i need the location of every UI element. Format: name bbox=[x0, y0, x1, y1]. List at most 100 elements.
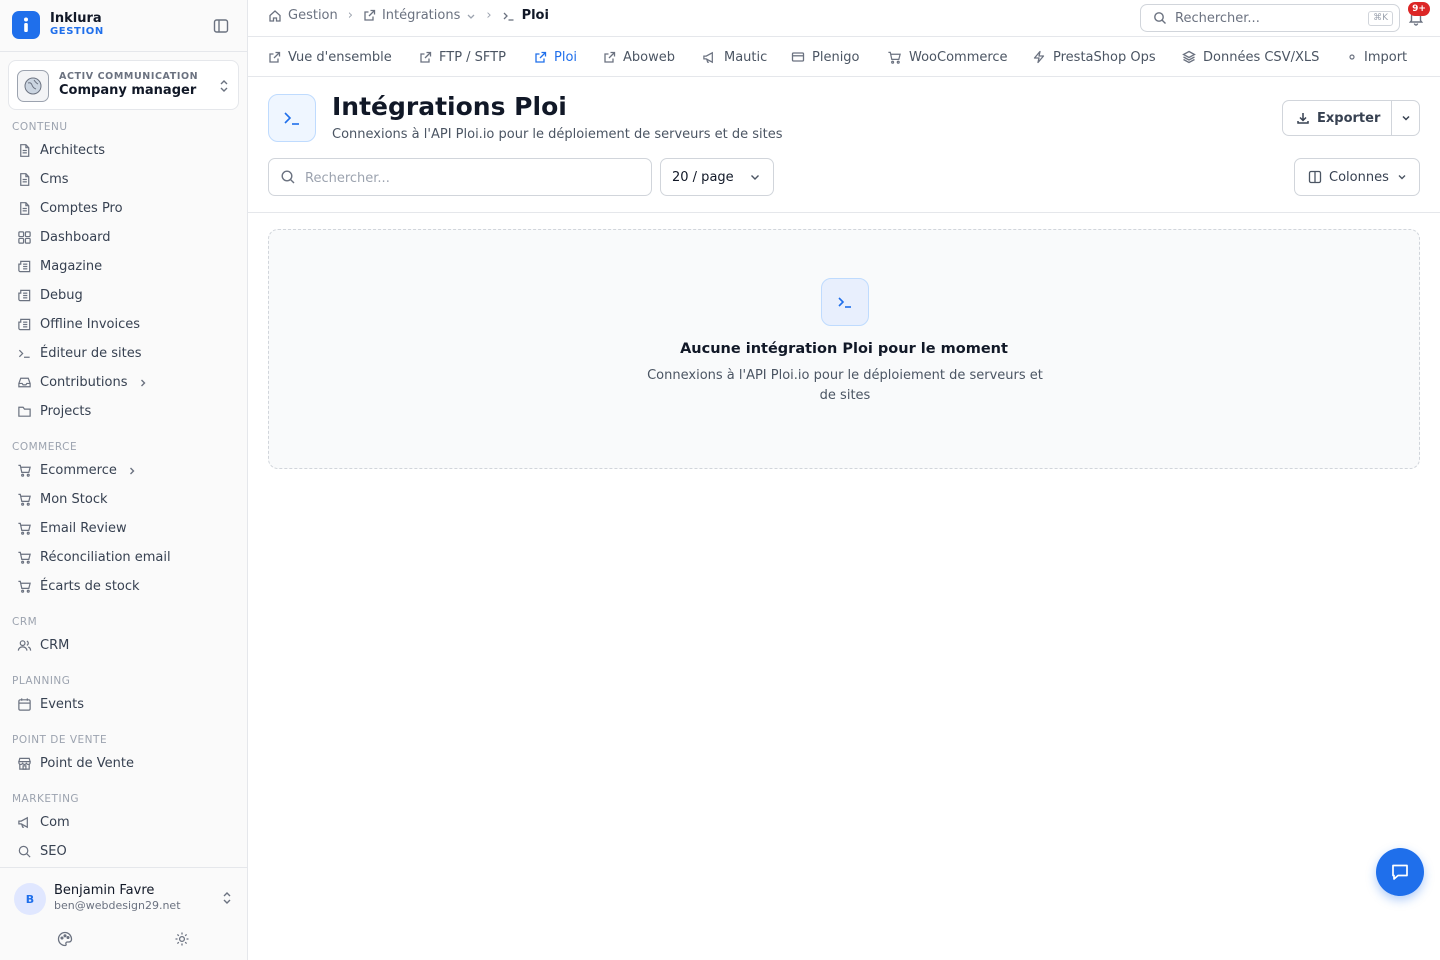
tab-vue-d-ensemble[interactable]: Vue d'ensemble bbox=[268, 37, 392, 76]
brand[interactable]: Inklura GESTION bbox=[12, 11, 236, 41]
page-size-select[interactable]: 20 / page bbox=[660, 158, 774, 196]
sidebar-item-contributions[interactable]: Contributions bbox=[0, 368, 247, 397]
breadcrumb-item-integrations[interactable]: Intégrations bbox=[382, 8, 460, 23]
sidebar-item-mon-stock[interactable]: Mon Stock bbox=[0, 485, 247, 514]
external-link-icon bbox=[534, 51, 547, 64]
chevrons-up-down-icon bbox=[218, 78, 230, 94]
sidebar-item-ecommerce[interactable]: Ecommerce bbox=[0, 456, 247, 485]
company-switcher[interactable]: ACTIV COMMUNICATION Company manager bbox=[8, 60, 239, 110]
sidebar-item-label: SEO bbox=[40, 844, 67, 859]
sidebar-toggle-icon[interactable] bbox=[212, 17, 230, 35]
breadcrumb-item-gestion[interactable]: Gestion bbox=[288, 8, 338, 23]
shortcut-hint: ⌘K bbox=[1368, 11, 1393, 26]
columns-button[interactable]: Colonnes bbox=[1294, 158, 1420, 196]
toolbar-divider bbox=[248, 212, 1440, 213]
tab-import[interactable]: Import bbox=[1347, 37, 1408, 76]
globe-icon bbox=[17, 70, 49, 102]
sidebar-item-projects[interactable]: Projects bbox=[0, 397, 247, 426]
sidebar-item-label: Réconciliation email bbox=[40, 550, 171, 565]
nav-section-title: POINT DE VENTE bbox=[12, 734, 108, 746]
sidebar-item-label: Events bbox=[40, 697, 85, 712]
external-link-icon bbox=[268, 51, 281, 64]
cart-icon bbox=[16, 492, 32, 508]
sidebar-item-dashboard[interactable]: Dashboard bbox=[0, 223, 247, 252]
sidebar-item-label: Écarts de stock bbox=[40, 579, 140, 594]
tab-label: Données CSV/XLS bbox=[1203, 49, 1320, 65]
newspaper-icon bbox=[16, 317, 32, 333]
newspaper-icon bbox=[16, 288, 32, 304]
nav-section-title: CRM bbox=[12, 616, 38, 628]
sidebar-item-crm[interactable]: CRM bbox=[0, 631, 247, 660]
chevron-down-icon[interactable] bbox=[466, 11, 476, 21]
sidebar-item-architects[interactable]: Architects bbox=[0, 136, 247, 165]
palette-icon[interactable] bbox=[56, 930, 74, 948]
chat-button[interactable] bbox=[1376, 848, 1424, 896]
global-search-input[interactable] bbox=[1175, 8, 1355, 28]
sidebar-item-magazine[interactable]: Magazine bbox=[0, 252, 247, 281]
sidebar-item-email-review[interactable]: Email Review bbox=[0, 514, 247, 543]
sidebar-item-label: Projects bbox=[40, 404, 92, 419]
columns-icon bbox=[1308, 170, 1322, 184]
empty-state: Aucune intégration Ploi pour le moment C… bbox=[268, 229, 1420, 469]
search-icon bbox=[16, 844, 32, 860]
nav-section-title: MARKETING bbox=[12, 793, 80, 805]
tab-label: Import bbox=[1364, 49, 1408, 65]
home-icon[interactable] bbox=[268, 9, 282, 23]
sidebar-item-label: Point de Vente bbox=[40, 756, 135, 771]
calendar-icon bbox=[16, 697, 32, 713]
chevron-right-icon bbox=[138, 378, 148, 388]
tab-donnees-csv-xls[interactable]: Données CSV/XLS bbox=[1182, 37, 1320, 76]
sidebar-item-seo[interactable]: SEO bbox=[0, 837, 247, 866]
tab-label: PrestaShop Ops bbox=[1053, 49, 1156, 65]
nav-section-title: PLANNING bbox=[12, 675, 71, 687]
avatar[interactable]: B bbox=[14, 883, 46, 915]
gear-icon[interactable] bbox=[173, 930, 191, 948]
folder-icon bbox=[16, 404, 32, 420]
sidebar-item-editeur-de-sites[interactable]: Éditeur de sites bbox=[0, 339, 247, 368]
sidebar-item-label: Contributions bbox=[40, 375, 128, 390]
list-search[interactable] bbox=[268, 158, 652, 196]
chevron-right-icon: › bbox=[347, 8, 353, 23]
chevron-down-icon bbox=[1400, 112, 1412, 124]
document-icon bbox=[16, 172, 32, 188]
tab-prestashop-ops[interactable]: PrestaShop Ops bbox=[1032, 37, 1156, 76]
bolt-icon bbox=[1032, 50, 1046, 64]
terminal-icon bbox=[502, 9, 516, 23]
sidebar-item-cms[interactable]: Cms bbox=[0, 165, 247, 194]
tab-label: Ploi bbox=[554, 49, 578, 65]
sidebar-item-reconciliation-email[interactable]: Réconciliation email bbox=[0, 543, 247, 572]
sidebar-item-label: Cms bbox=[40, 172, 69, 187]
chevron-right-icon bbox=[127, 466, 137, 476]
chat-bubble-icon bbox=[1389, 861, 1411, 883]
tab-mautic[interactable]: Mautic bbox=[702, 37, 767, 76]
sidebar-item-point-de-vente[interactable]: Point de Vente bbox=[0, 749, 247, 778]
tab-aboweb[interactable]: Aboweb bbox=[603, 37, 675, 76]
list-search-input[interactable] bbox=[305, 168, 635, 188]
sidebar-item-events[interactable]: Events bbox=[0, 690, 247, 719]
sidebar-item-debug[interactable]: Debug bbox=[0, 281, 247, 310]
export-button[interactable]: Exporter bbox=[1282, 100, 1392, 136]
tab-woocommerce[interactable]: WooCommerce bbox=[887, 37, 1008, 76]
sidebar-item-comptes-pro[interactable]: Comptes Pro bbox=[0, 194, 247, 223]
company-org: ACTIV COMMUNICATION bbox=[59, 71, 199, 82]
chevron-right-icon: › bbox=[486, 8, 492, 23]
terminal-icon bbox=[16, 346, 32, 362]
sidebar-nav: CONTENU Architects Cms Comptes Pro Dashboard… bbox=[0, 118, 247, 867]
tab-label: Aboweb bbox=[623, 49, 675, 65]
sidebar-item-label: Comptes Pro bbox=[40, 201, 123, 216]
tab-label: Vue d'ensemble bbox=[288, 49, 392, 65]
user-menu-chevron-icon[interactable] bbox=[221, 890, 233, 906]
global-search[interactable]: ⌘K bbox=[1140, 4, 1400, 32]
sidebar-item-ecarts-de-stock[interactable]: Écarts de stock bbox=[0, 572, 247, 601]
sidebar-item-com[interactable]: Com bbox=[0, 808, 247, 837]
export-menu-button[interactable] bbox=[1391, 100, 1420, 136]
sidebar-item-label: Dashboard bbox=[40, 230, 111, 245]
tab-ftp-sftp[interactable]: FTP / SFTP bbox=[419, 37, 506, 76]
external-link-icon bbox=[363, 9, 376, 22]
integration-tabs: Vue d'ensemble FTP / SFTP Ploi Aboweb Mautic… bbox=[248, 36, 1440, 77]
tab-ploi[interactable]: Ploi bbox=[534, 37, 578, 76]
sidebar-item-label: Magazine bbox=[40, 259, 103, 274]
sidebar-item-offline-invoices[interactable]: Offline Invoices bbox=[0, 310, 247, 339]
nav-section-title: CONTENU bbox=[12, 121, 68, 133]
tab-plenigo[interactable]: Plenigo bbox=[791, 37, 860, 76]
